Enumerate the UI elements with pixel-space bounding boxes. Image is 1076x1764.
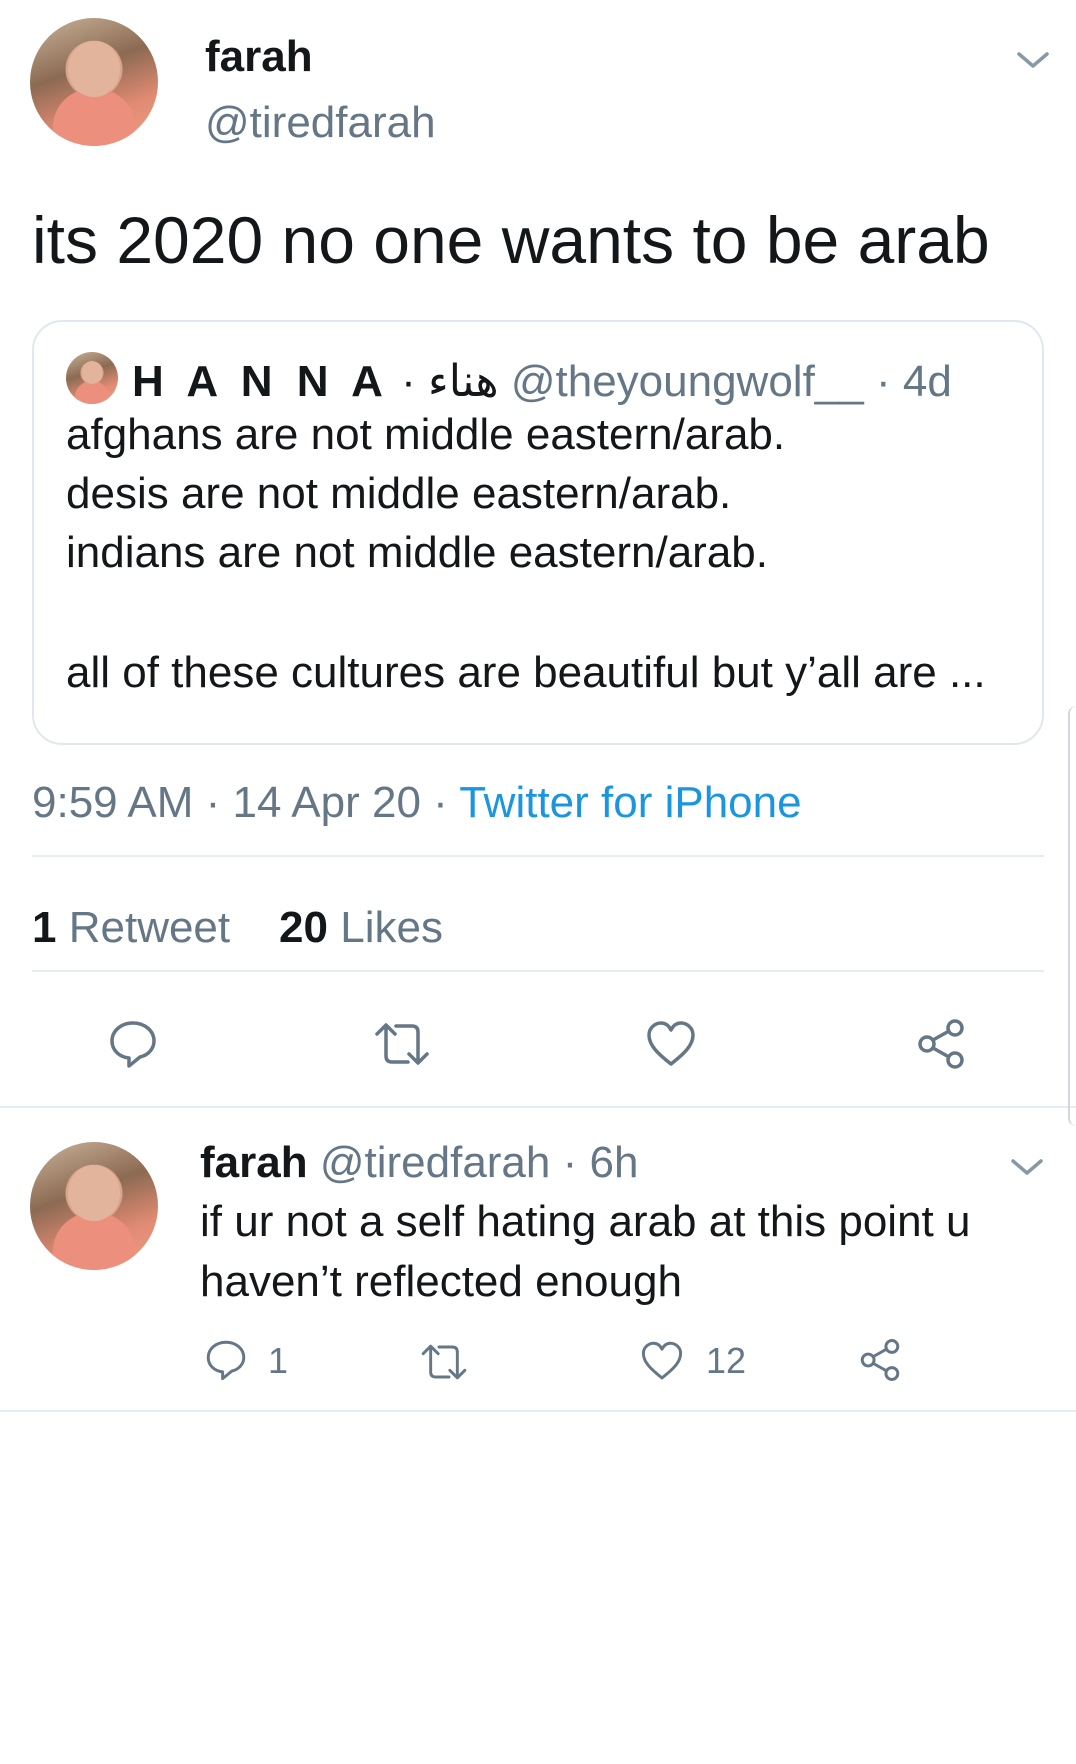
retweets-stat[interactable]: 1 Retweet (32, 903, 230, 952)
likes-count: 20 (279, 903, 328, 952)
quoted-author-handle: @theyoungwolf__ (510, 357, 864, 406)
chevron-down-icon[interactable] (1010, 1157, 1044, 1177)
reply-author-avatar[interactable] (30, 1142, 158, 1270)
heart-icon[interactable] (640, 1340, 684, 1382)
reply-author-handle[interactable]: @tiredfarah (320, 1138, 551, 1187)
tweet-text: its 2020 no one wants to be arab (32, 203, 990, 277)
quoted-tweet-age: · 4d (875, 357, 952, 406)
heart-icon[interactable] (645, 1020, 697, 1068)
reply-author-name[interactable]: farah (200, 1138, 308, 1187)
divider (32, 855, 1044, 857)
share-icon[interactable] (858, 1338, 902, 1382)
quoted-text-line: indians are not middle eastern/arab. (66, 528, 768, 577)
share-icon[interactable] (915, 1018, 967, 1070)
quoted-text-line: afghans are not middle eastern/arab. (66, 410, 786, 459)
chevron-down-icon[interactable] (1016, 50, 1050, 70)
likes-label: Likes (340, 903, 443, 952)
reply-count: 1 (268, 1340, 289, 1381)
retweet-label: Retweet (68, 903, 231, 952)
divider (0, 1410, 1076, 1412)
reply-age: · 6h (562, 1138, 639, 1187)
likes-stat[interactable]: 20 Likes (279, 903, 443, 952)
quoted-text-line: desis are not middle eastern/arab. (66, 469, 732, 518)
divider (0, 1106, 1076, 1108)
author-handle[interactable]: @tiredfarah (205, 98, 436, 148)
reply-header: farah @tiredfarah · 6h (200, 1138, 638, 1188)
scrollbar[interactable] (1068, 706, 1076, 1126)
author-name[interactable]: farah (205, 32, 313, 82)
quoted-author-name-arabic: · هناء (401, 357, 499, 406)
divider (32, 970, 1044, 972)
quoted-text-line: all of these cultures are beautiful but … (66, 648, 986, 697)
reply-icon[interactable] (204, 1338, 248, 1382)
retweet-icon[interactable] (419, 1342, 469, 1382)
tweet-source-link[interactable]: Twitter for iPhone (459, 778, 801, 827)
retweet-count: 1 (32, 903, 57, 952)
reply-icon[interactable] (107, 1018, 159, 1070)
tweet-time: 9:59 AM · 14 Apr 20 · (32, 778, 460, 827)
author-avatar[interactable] (30, 18, 158, 146)
quoted-author-name: H A N N A (132, 357, 389, 406)
tweet-stats: 1 Retweet 20 Likes (32, 903, 443, 953)
quoted-author-avatar (66, 352, 118, 404)
tweet-timestamp: 9:59 AM · 14 Apr 20 · Twitter for iPhone (32, 778, 802, 828)
reply-text: if ur not a self hating arab at this poi… (200, 1197, 971, 1306)
retweet-icon[interactable] (372, 1020, 432, 1068)
quoted-tweet[interactable]: H A N N A · هناء @theyoungwolf__ · 4d af… (32, 320, 1044, 745)
quoted-tweet-header: H A N N A · هناء @theyoungwolf__ · 4d (132, 356, 952, 407)
like-count: 12 (706, 1340, 747, 1381)
